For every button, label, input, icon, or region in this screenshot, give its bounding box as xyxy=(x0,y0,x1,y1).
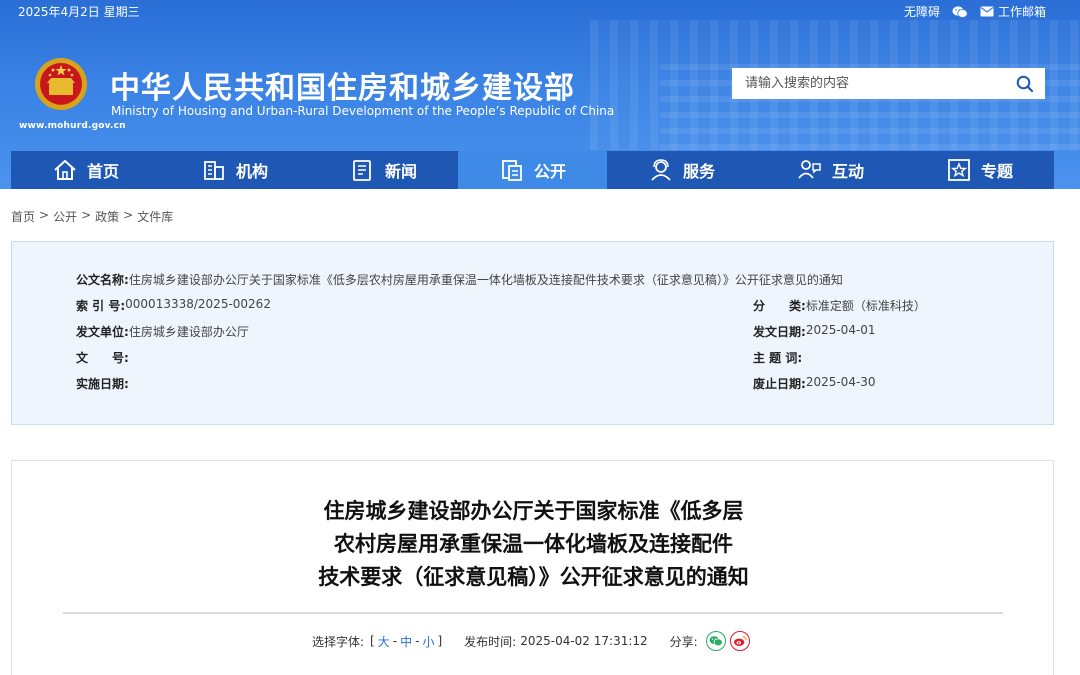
wechat-icon xyxy=(709,636,723,647)
breadcrumb-public[interactable]: 公开 xyxy=(53,208,77,225)
meta-category: 分 类: 标准定额（标准科技） xyxy=(753,297,926,314)
breadcrumb-separator: > xyxy=(39,208,50,222)
font-size-bracket-open: [ xyxy=(370,634,375,648)
meta-subject: 主 题 词: xyxy=(753,349,802,366)
nav-item-organization[interactable]: 机构 xyxy=(160,151,309,189)
national-emblem-icon[interactable] xyxy=(32,56,90,116)
breadcrumb-policy[interactable]: 政策 xyxy=(95,208,119,225)
font-size-dash: - xyxy=(392,634,398,648)
meta-issue-date-value: 2025-04-01 xyxy=(805,323,876,337)
article-title-line: 农村房屋用承重保温一体化墙板及连接配件 xyxy=(334,532,733,556)
current-date: 2025年4月2日 星期三 xyxy=(18,5,140,19)
nav-item-label: 互动 xyxy=(831,162,864,181)
home-icon xyxy=(54,159,76,180)
article-container: 住房城乡建设部办公厅关于国家标准《低多层 农村房屋用承重保温一体化墙板及连接配件… xyxy=(11,460,1054,675)
breadcrumb-file-library[interactable]: 文件库 xyxy=(137,208,173,225)
meta-category-label: 分 类: xyxy=(753,299,806,313)
weibo-icon xyxy=(733,636,747,646)
meta-doc-title-value: 住房城乡建设部办公厅关于国家标准《低多层农村房屋用承重保温一体化墙板及连接配件技… xyxy=(128,273,843,287)
topbar-links: 无障碍 工作邮箱 xyxy=(904,3,1046,20)
main-nav: 首页 机构 新闻 公开 服务 互动 专题 xyxy=(11,151,1054,189)
nav-item-public[interactable]: 公开 xyxy=(458,151,607,189)
site-title[interactable]: 中华人民共和国住房和城乡建设部 xyxy=(110,63,575,107)
font-size-large[interactable]: 大 xyxy=(378,633,390,650)
work-mail-label: 工作邮箱 xyxy=(997,5,1046,19)
publish-time-value: 2025-04-02 17:31:12 xyxy=(520,634,648,648)
article-toolbar: 选择字体: [ 大 - 中 - 小 ] 发布时间: 2025-04-02 17:… xyxy=(312,631,750,651)
document-icon xyxy=(502,160,522,181)
meta-expire-date-value: 2025-04-30 xyxy=(805,375,876,389)
breadcrumb-separator: > xyxy=(81,208,92,222)
meta-index: 索 引 号: 000013338/2025-00262 xyxy=(76,297,271,314)
article-title: 住房城乡建设部办公厅关于国家标准《低多层 农村房屋用承重保温一体化墙板及连接配件… xyxy=(12,495,1055,594)
meta-issuer-label: 发文单位: xyxy=(76,325,129,339)
nav-item-label: 新闻 xyxy=(384,162,417,181)
meta-issuer: 发文单位: 住房城乡建设部办公厅 xyxy=(76,323,249,340)
nav-item-label: 机构 xyxy=(235,162,268,181)
article-title-line: 技术要求（征求意见稿）》公开征求意见的通知 xyxy=(318,565,749,589)
accessibility-link[interactable]: 无障碍 xyxy=(904,3,940,20)
meta-effective-date: 实施日期: xyxy=(76,375,129,392)
meta-issuer-value: 住房城乡建设部办公厅 xyxy=(128,325,249,339)
meta-category-value: 标准定额（标准科技） xyxy=(805,299,926,313)
nav-item-label: 公开 xyxy=(533,162,566,181)
wechat-icon xyxy=(952,5,968,18)
search-input[interactable] xyxy=(732,68,1005,99)
site-subtitle: Ministry of Housing and Urban-Rural Deve… xyxy=(111,104,615,118)
interaction-icon xyxy=(798,160,821,179)
breadcrumb-separator: > xyxy=(123,208,134,222)
font-size-medium[interactable]: 中 xyxy=(400,633,412,650)
article-divider xyxy=(63,612,1003,614)
work-mail-link[interactable]: 工作邮箱 xyxy=(980,3,1046,20)
meta-issue-date: 发文日期: 2025-04-01 xyxy=(753,323,876,340)
meta-expire-date-label: 废止日期: xyxy=(753,377,806,391)
search-box xyxy=(732,68,1045,99)
meta-doc-number: 文 号: xyxy=(76,349,129,366)
meta-doc-title-label: 公文名称: xyxy=(76,273,129,287)
nav-item-label: 首页 xyxy=(86,162,119,181)
search-icon xyxy=(1016,75,1034,92)
meta-index-label: 索 引 号: xyxy=(76,299,126,313)
search-button[interactable] xyxy=(1005,68,1045,99)
breadcrumb: 首页 > 公开 > 政策 > 文件库 xyxy=(11,208,173,225)
share-weibo-button[interactable] xyxy=(729,631,750,651)
font-size-label: 选择字体: xyxy=(312,634,365,649)
nav-item-home[interactable]: 首页 xyxy=(11,151,160,189)
mail-icon xyxy=(980,6,994,17)
share-wechat-button[interactable] xyxy=(705,631,726,651)
nav-item-label: 专题 xyxy=(980,162,1013,181)
font-size-small[interactable]: 小 xyxy=(422,633,434,650)
nav-item-label: 服务 xyxy=(682,162,715,181)
meta-doc-title: 公文名称: 住房城乡建设部办公厅关于国家标准《低多层农村房屋用承重保温一体化墙板… xyxy=(76,271,843,288)
nav-item-news[interactable]: 新闻 xyxy=(309,151,458,189)
star-icon xyxy=(948,159,970,181)
meta-doc-number-label: 文 号: xyxy=(76,351,129,365)
article-title-line: 住房城乡建设部办公厅关于国家标准《低多层 xyxy=(323,499,744,523)
font-size-bracket-close: ] xyxy=(437,634,443,648)
site-url: www.mohurd.gov.cn xyxy=(19,121,126,131)
nav-item-special[interactable]: 专题 xyxy=(905,151,1054,189)
document-metadata-box: 公文名称: 住房城乡建设部办公厅关于国家标准《低多层农村房屋用承重保温一体化墙板… xyxy=(11,241,1054,425)
nav-item-interaction[interactable]: 互动 xyxy=(756,151,905,189)
share-label: 分享: xyxy=(669,634,698,649)
nav-item-service[interactable]: 服务 xyxy=(607,151,756,189)
news-icon xyxy=(353,160,371,181)
wechat-link[interactable] xyxy=(952,5,968,19)
building-icon xyxy=(204,161,224,180)
breadcrumb-home[interactable]: 首页 xyxy=(11,208,35,225)
publish-time-label: 发布时间: xyxy=(464,634,517,649)
meta-issue-date-label: 发文日期: xyxy=(753,325,806,339)
meta-index-value: 000013338/2025-00262 xyxy=(125,297,271,311)
service-icon xyxy=(651,159,671,181)
font-size-dash: - xyxy=(415,634,420,648)
meta-effective-date-label: 实施日期: xyxy=(76,377,129,391)
meta-subject-label: 主 题 词: xyxy=(753,351,803,365)
meta-expire-date: 废止日期: 2025-04-30 xyxy=(753,375,876,392)
